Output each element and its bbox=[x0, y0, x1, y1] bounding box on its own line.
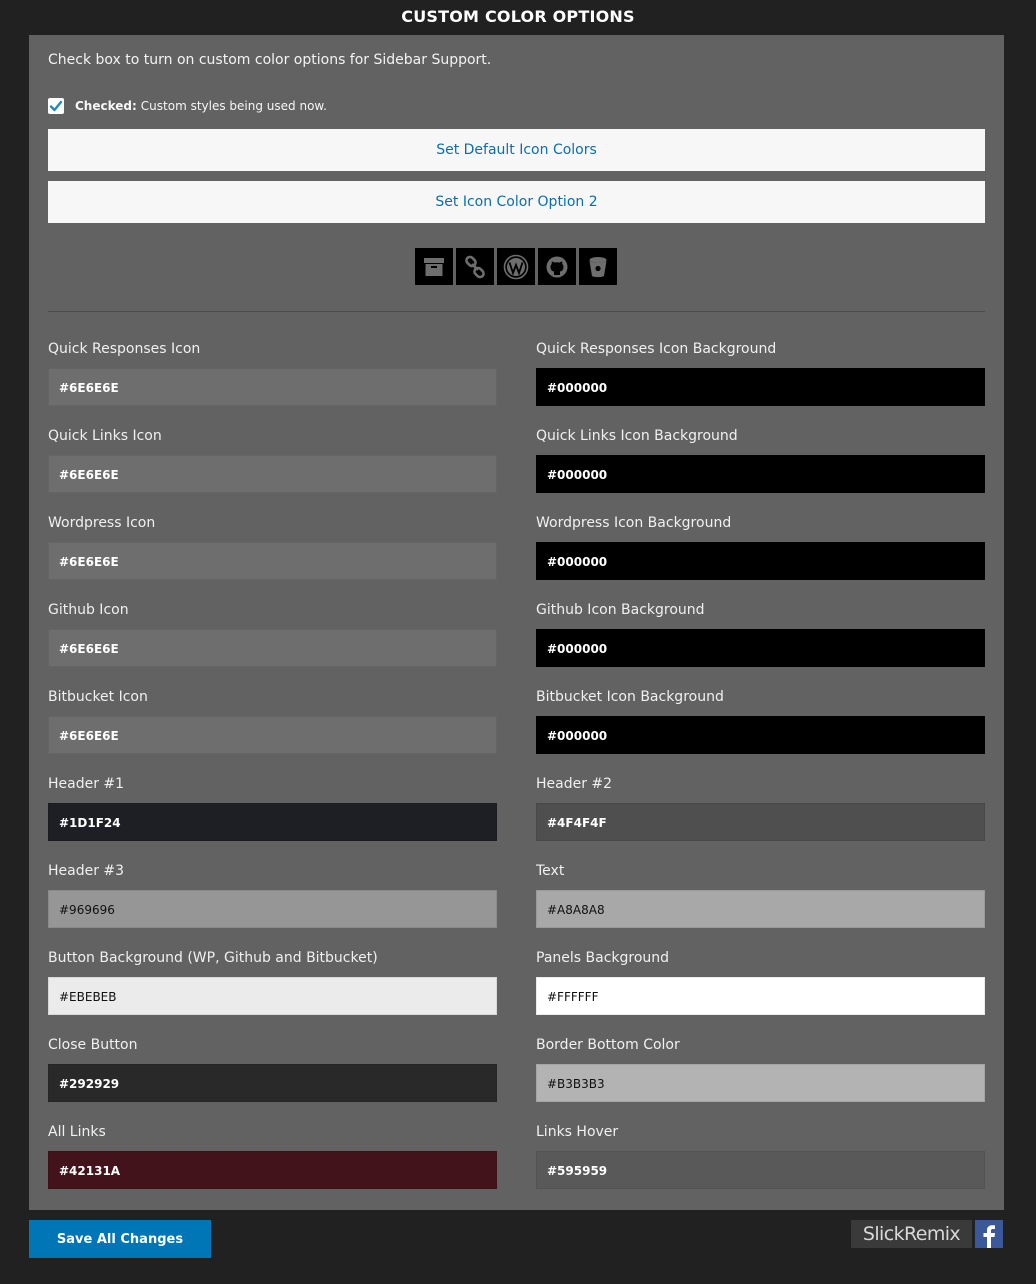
color-input-button-background[interactable]: #EBEBEB bbox=[48, 977, 497, 1015]
field-label: Header #2 bbox=[536, 776, 613, 792]
field-wordpress-icon: Wordpress Icon #6E6E6E bbox=[48, 513, 497, 580]
divider bbox=[48, 311, 985, 312]
field-quick-links-icon-background: Quick Links Icon Background #000000 bbox=[536, 426, 985, 493]
github-icon bbox=[538, 248, 576, 285]
color-input-github-icon[interactable]: #6E6E6E bbox=[48, 629, 497, 667]
field-label: Button Background (WP, Github and Bitbuc… bbox=[48, 950, 378, 966]
brand-footer: SlickRemix bbox=[851, 1220, 1003, 1248]
field-github-icon-background: Github Icon Background #000000 bbox=[536, 600, 985, 667]
color-input-github-icon-background[interactable]: #000000 bbox=[536, 629, 985, 667]
color-input-bitbucket-icon[interactable]: #6E6E6E bbox=[48, 716, 497, 754]
field-header-3: Header #3 #969696 bbox=[48, 861, 497, 928]
field-header-1: Header #1 #1D1F24 bbox=[48, 774, 497, 841]
field-label: Bitbucket Icon bbox=[48, 689, 148, 705]
intro-text: Check box to turn on custom color option… bbox=[48, 52, 492, 68]
color-input-header-2[interactable]: #4F4F4F bbox=[536, 803, 985, 841]
field-close-button: Close Button #292929 bbox=[48, 1035, 497, 1102]
color-input-bitbucket-icon-background[interactable]: #000000 bbox=[536, 716, 985, 754]
field-label: Panels Background bbox=[536, 950, 670, 966]
field-label: Wordpress Icon Background bbox=[536, 515, 732, 531]
field-quick-responses-icon-background: Quick Responses Icon Background #000000 bbox=[536, 339, 985, 406]
color-input-border-bottom-color[interactable]: #B3B3B3 bbox=[536, 1064, 985, 1102]
wordpress-icon bbox=[497, 248, 535, 285]
field-wordpress-icon-background: Wordpress Icon Background #000000 bbox=[536, 513, 985, 580]
color-input-text[interactable]: #A8A8A8 bbox=[536, 890, 985, 928]
color-input-header-1[interactable]: #1D1F24 bbox=[48, 803, 497, 841]
set-default-icon-colors-button[interactable]: Set Default Icon Colors bbox=[48, 129, 985, 171]
checkbox-label: Checked: Custom styles being used now. bbox=[75, 99, 327, 113]
color-input-quick-links-icon[interactable]: #6E6E6E bbox=[48, 455, 497, 493]
color-input-quick-responses-icon-background[interactable]: #000000 bbox=[536, 368, 985, 406]
field-label: Close Button bbox=[48, 1037, 138, 1053]
field-label: Bitbucket Icon Background bbox=[536, 689, 724, 705]
color-input-links-hover[interactable]: #595959 bbox=[536, 1151, 985, 1189]
color-input-header-3[interactable]: #969696 bbox=[48, 890, 497, 928]
color-input-wordpress-icon[interactable]: #6E6E6E bbox=[48, 542, 497, 580]
set-icon-color-option-2-button[interactable]: Set Icon Color Option 2 bbox=[48, 181, 985, 223]
field-label: Quick Links Icon Background bbox=[536, 428, 738, 444]
page-title: CUSTOM COLOR OPTIONS bbox=[401, 7, 635, 26]
field-links-hover: Links Hover #595959 bbox=[536, 1122, 985, 1189]
field-quick-responses-icon: Quick Responses Icon #6E6E6E bbox=[48, 339, 497, 406]
icon-preview-row bbox=[415, 248, 617, 285]
color-input-all-links[interactable]: #42131A bbox=[48, 1151, 497, 1189]
field-label: Github Icon Background bbox=[536, 602, 705, 618]
color-input-panels-background[interactable]: #FFFFFF bbox=[536, 977, 985, 1015]
facebook-icon[interactable] bbox=[975, 1220, 1003, 1248]
field-label: All Links bbox=[48, 1124, 106, 1140]
field-label: Quick Responses Icon Background bbox=[536, 341, 777, 357]
color-input-quick-responses-icon[interactable]: #6E6E6E bbox=[48, 368, 497, 406]
color-input-quick-links-icon-background[interactable]: #000000 bbox=[536, 455, 985, 493]
field-label: Text bbox=[536, 863, 565, 879]
field-quick-links-icon: Quick Links Icon #6E6E6E bbox=[48, 426, 497, 493]
field-label: Wordpress Icon bbox=[48, 515, 156, 531]
field-label: Github Icon bbox=[48, 602, 129, 618]
checkmark-icon bbox=[49, 100, 63, 112]
field-label: Quick Responses Icon bbox=[48, 341, 201, 357]
settings-panel: Check box to turn on custom color option… bbox=[29, 35, 1004, 1210]
custom-styles-checkbox-row[interactable]: Checked: Custom styles being used now. bbox=[48, 97, 327, 115]
field-github-icon: Github Icon #6E6E6E bbox=[48, 600, 497, 667]
custom-styles-checkbox[interactable] bbox=[48, 98, 64, 114]
field-button-background: Button Background (WP, Github and Bitbuc… bbox=[48, 948, 497, 1015]
link-icon bbox=[456, 248, 494, 285]
field-all-links: All Links #42131A bbox=[48, 1122, 497, 1189]
archive-icon bbox=[415, 248, 453, 285]
field-label: Border Bottom Color bbox=[536, 1037, 680, 1053]
color-input-close-button[interactable]: #292929 bbox=[48, 1064, 497, 1102]
field-label: Header #3 bbox=[48, 863, 125, 879]
field-text: Text #A8A8A8 bbox=[536, 861, 985, 928]
field-label: Header #1 bbox=[48, 776, 125, 792]
bitbucket-icon bbox=[579, 248, 617, 285]
slickremix-logo[interactable]: SlickRemix bbox=[851, 1220, 972, 1248]
checkbox-label-bold: Checked: bbox=[75, 99, 137, 113]
field-panels-background: Panels Background #FFFFFF bbox=[536, 948, 985, 1015]
field-label: Quick Links Icon bbox=[48, 428, 162, 444]
field-bitbucket-icon-background: Bitbucket Icon Background #000000 bbox=[536, 687, 985, 754]
color-input-wordpress-icon-background[interactable]: #000000 bbox=[536, 542, 985, 580]
field-label: Links Hover bbox=[536, 1124, 619, 1140]
field-bitbucket-icon: Bitbucket Icon #6E6E6E bbox=[48, 687, 497, 754]
field-border-bottom-color: Border Bottom Color #B3B3B3 bbox=[536, 1035, 985, 1102]
field-header-2: Header #2 #4F4F4F bbox=[536, 774, 985, 841]
save-all-changes-button[interactable]: Save All Changes bbox=[29, 1220, 211, 1258]
checkbox-label-text: Custom styles being used now. bbox=[140, 99, 327, 113]
